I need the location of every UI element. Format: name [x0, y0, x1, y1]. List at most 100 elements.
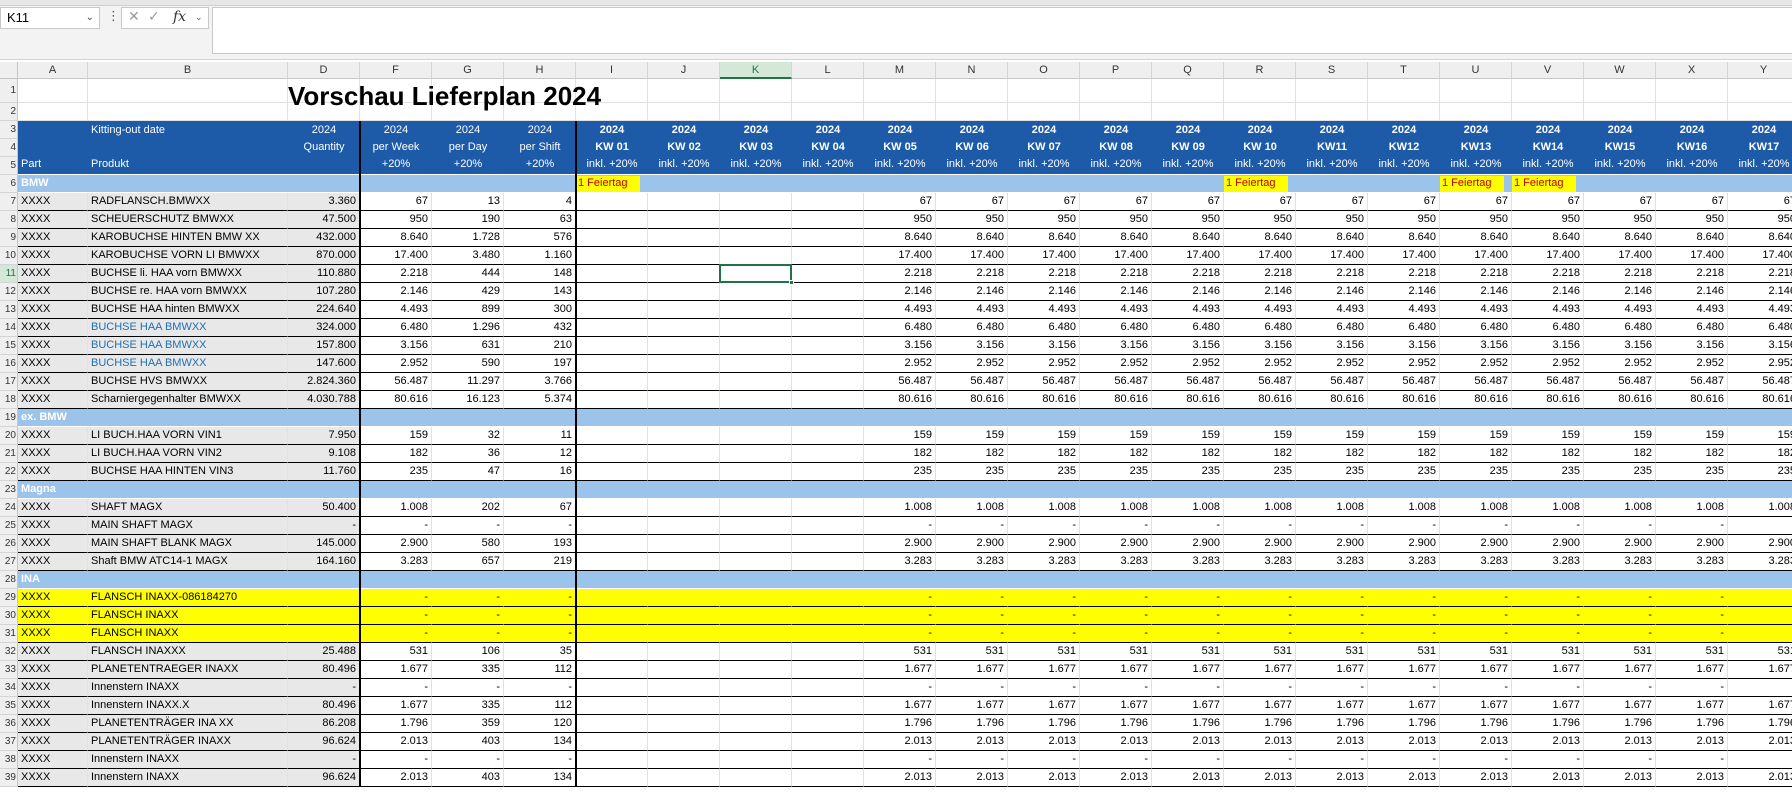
row-header[interactable]: 24	[0, 499, 18, 517]
cell-kw[interactable]	[792, 715, 864, 733]
cell-f[interactable]: 182	[360, 445, 432, 463]
cell-kw[interactable]: 2.013	[1224, 733, 1296, 751]
row-header[interactable]: 38	[0, 751, 18, 769]
cell-kw[interactable]: 6.480	[1080, 319, 1152, 337]
cell-kw[interactable]: 3.283	[1584, 553, 1656, 571]
cell-d[interactable]	[288, 625, 360, 643]
cell-kw[interactable]: 2.952	[864, 355, 936, 373]
cell-kw[interactable]: 80.616	[1152, 391, 1224, 409]
cell-kw[interactable]: -	[1224, 751, 1296, 769]
cell-h[interactable]: 35	[504, 643, 576, 661]
cell-kw[interactable]	[648, 319, 720, 337]
cell-g[interactable]: -	[432, 589, 504, 607]
cell-kw[interactable]: 1.677	[1368, 661, 1440, 679]
cell-kw[interactable]: 1.008	[1440, 499, 1512, 517]
cell-b[interactable]: KAROBUCHSE VORN LI BMWXX	[88, 247, 288, 265]
cell-kw[interactable]	[720, 229, 792, 247]
cell-kw[interactable]: -	[1296, 607, 1368, 625]
cell-kw[interactable]: 2.013	[1296, 769, 1368, 787]
cell-kw[interactable]: -	[1008, 589, 1080, 607]
cell-kw[interactable]	[648, 463, 720, 481]
cell-kw[interactable]	[792, 733, 864, 751]
cell-kw[interactable]: 235	[1368, 463, 1440, 481]
cell-kw[interactable]: 8.640	[1008, 229, 1080, 247]
cell-kw[interactable]: 3.156	[936, 337, 1008, 355]
cell[interactable]	[1224, 103, 1296, 121]
cell-b[interactable]: BUCHSE re. HAA vorn BMWXX	[88, 283, 288, 301]
cell-kw[interactable]: 1.008	[1296, 499, 1368, 517]
cell-d[interactable]: 4.030.788	[288, 391, 360, 409]
cell-kw[interactable]: 1.677	[1224, 661, 1296, 679]
cell-kw[interactable]: 17.400	[1368, 247, 1440, 265]
cell-h[interactable]: -	[504, 679, 576, 697]
cell-kw[interactable]: 3.156	[1224, 337, 1296, 355]
cell-kw[interactable]	[720, 589, 792, 607]
cell[interactable]	[1296, 79, 1368, 103]
cell-kw[interactable]: 1.677	[1656, 661, 1728, 679]
cell-kw[interactable]: 4.493	[1584, 301, 1656, 319]
cell-kw[interactable]: 3.283	[1440, 553, 1512, 571]
cell[interactable]	[720, 103, 792, 121]
cell-kw[interactable]: -	[1368, 625, 1440, 643]
cell-kw[interactable]: -	[1224, 589, 1296, 607]
cell[interactable]	[1152, 103, 1224, 121]
cell-kw[interactable]	[576, 193, 648, 211]
cell-b[interactable]: LI BUCH.HAA VORN VIN1	[88, 427, 288, 445]
cell-kw[interactable]: 6.480	[1152, 319, 1224, 337]
cell-kw[interactable]: 2.218	[1656, 265, 1728, 283]
cell-kw[interactable]: -	[936, 751, 1008, 769]
cell-kw[interactable]: 8.640	[1728, 229, 1792, 247]
cell-kw[interactable]: 2.952	[1296, 355, 1368, 373]
cell-kw[interactable]: 8.640	[1080, 229, 1152, 247]
cell-kw[interactable]: 2.900	[1512, 535, 1584, 553]
cell-kw[interactable]: -	[1008, 625, 1080, 643]
cell-a[interactable]: XXXX	[18, 535, 88, 553]
cell-g[interactable]: -	[432, 517, 504, 535]
cell-kw[interactable]: 8.640	[1656, 229, 1728, 247]
cell-kw[interactable]: 80.616	[1080, 391, 1152, 409]
cell-kw[interactable]: 1.008	[1080, 499, 1152, 517]
cell-g[interactable]: 359	[432, 715, 504, 733]
cell-kw[interactable]: 1.796	[1224, 715, 1296, 733]
cell-kw[interactable]: -	[1728, 751, 1792, 769]
cell-kw[interactable]	[576, 265, 648, 283]
cell-kw[interactable]: 1.796	[1368, 715, 1440, 733]
cell-kw[interactable]: 4.493	[1728, 301, 1792, 319]
cell-kw[interactable]: 56.487	[1728, 373, 1792, 391]
cell-kw[interactable]: 2.013	[1368, 733, 1440, 751]
cell-f[interactable]: 8.640	[360, 229, 432, 247]
cell-kw[interactable]: -	[1224, 517, 1296, 535]
cell-kw[interactable]	[792, 301, 864, 319]
cell-b[interactable]: Innenstern INAXX	[88, 679, 288, 697]
cell-kw[interactable]: 3.283	[1512, 553, 1584, 571]
cell-kw[interactable]: 2.146	[1656, 283, 1728, 301]
cell[interactable]	[1512, 103, 1584, 121]
cell-kw[interactable]: 1.796	[936, 715, 1008, 733]
cell-kw[interactable]: 2.218	[1512, 265, 1584, 283]
cell-h[interactable]: -	[504, 751, 576, 769]
cell-kw[interactable]	[648, 283, 720, 301]
cell-g[interactable]: 190	[432, 211, 504, 229]
cell-a[interactable]: XXXX	[18, 769, 88, 787]
cell-kw[interactable]	[792, 337, 864, 355]
cell-kw[interactable]	[648, 247, 720, 265]
cell-h[interactable]: 134	[504, 769, 576, 787]
cell-kw[interactable]: 159	[1152, 427, 1224, 445]
row-header[interactable]: 11	[0, 265, 18, 283]
cell-kw[interactable]	[576, 589, 648, 607]
cell-kw[interactable]: 4.493	[1296, 301, 1368, 319]
cell-kw[interactable]: 1.677	[1008, 661, 1080, 679]
cell-kw[interactable]	[792, 283, 864, 301]
cell-kw[interactable]	[576, 391, 648, 409]
column-header-t[interactable]: T	[1368, 62, 1440, 79]
cell-a[interactable]: XXXX	[18, 643, 88, 661]
cell-kw[interactable]: 1.008	[1512, 499, 1584, 517]
cell-h[interactable]: -	[504, 589, 576, 607]
cell-kw[interactable]	[792, 625, 864, 643]
cell-kw[interactable]: -	[1368, 679, 1440, 697]
cell-kw[interactable]	[720, 193, 792, 211]
cell-kw[interactable]: 531	[1656, 643, 1728, 661]
row-header[interactable]: 35	[0, 697, 18, 715]
cell-b[interactable]: PLANETENTRÄGER INA XX	[88, 715, 288, 733]
cell-kw[interactable]: 56.487	[864, 373, 936, 391]
